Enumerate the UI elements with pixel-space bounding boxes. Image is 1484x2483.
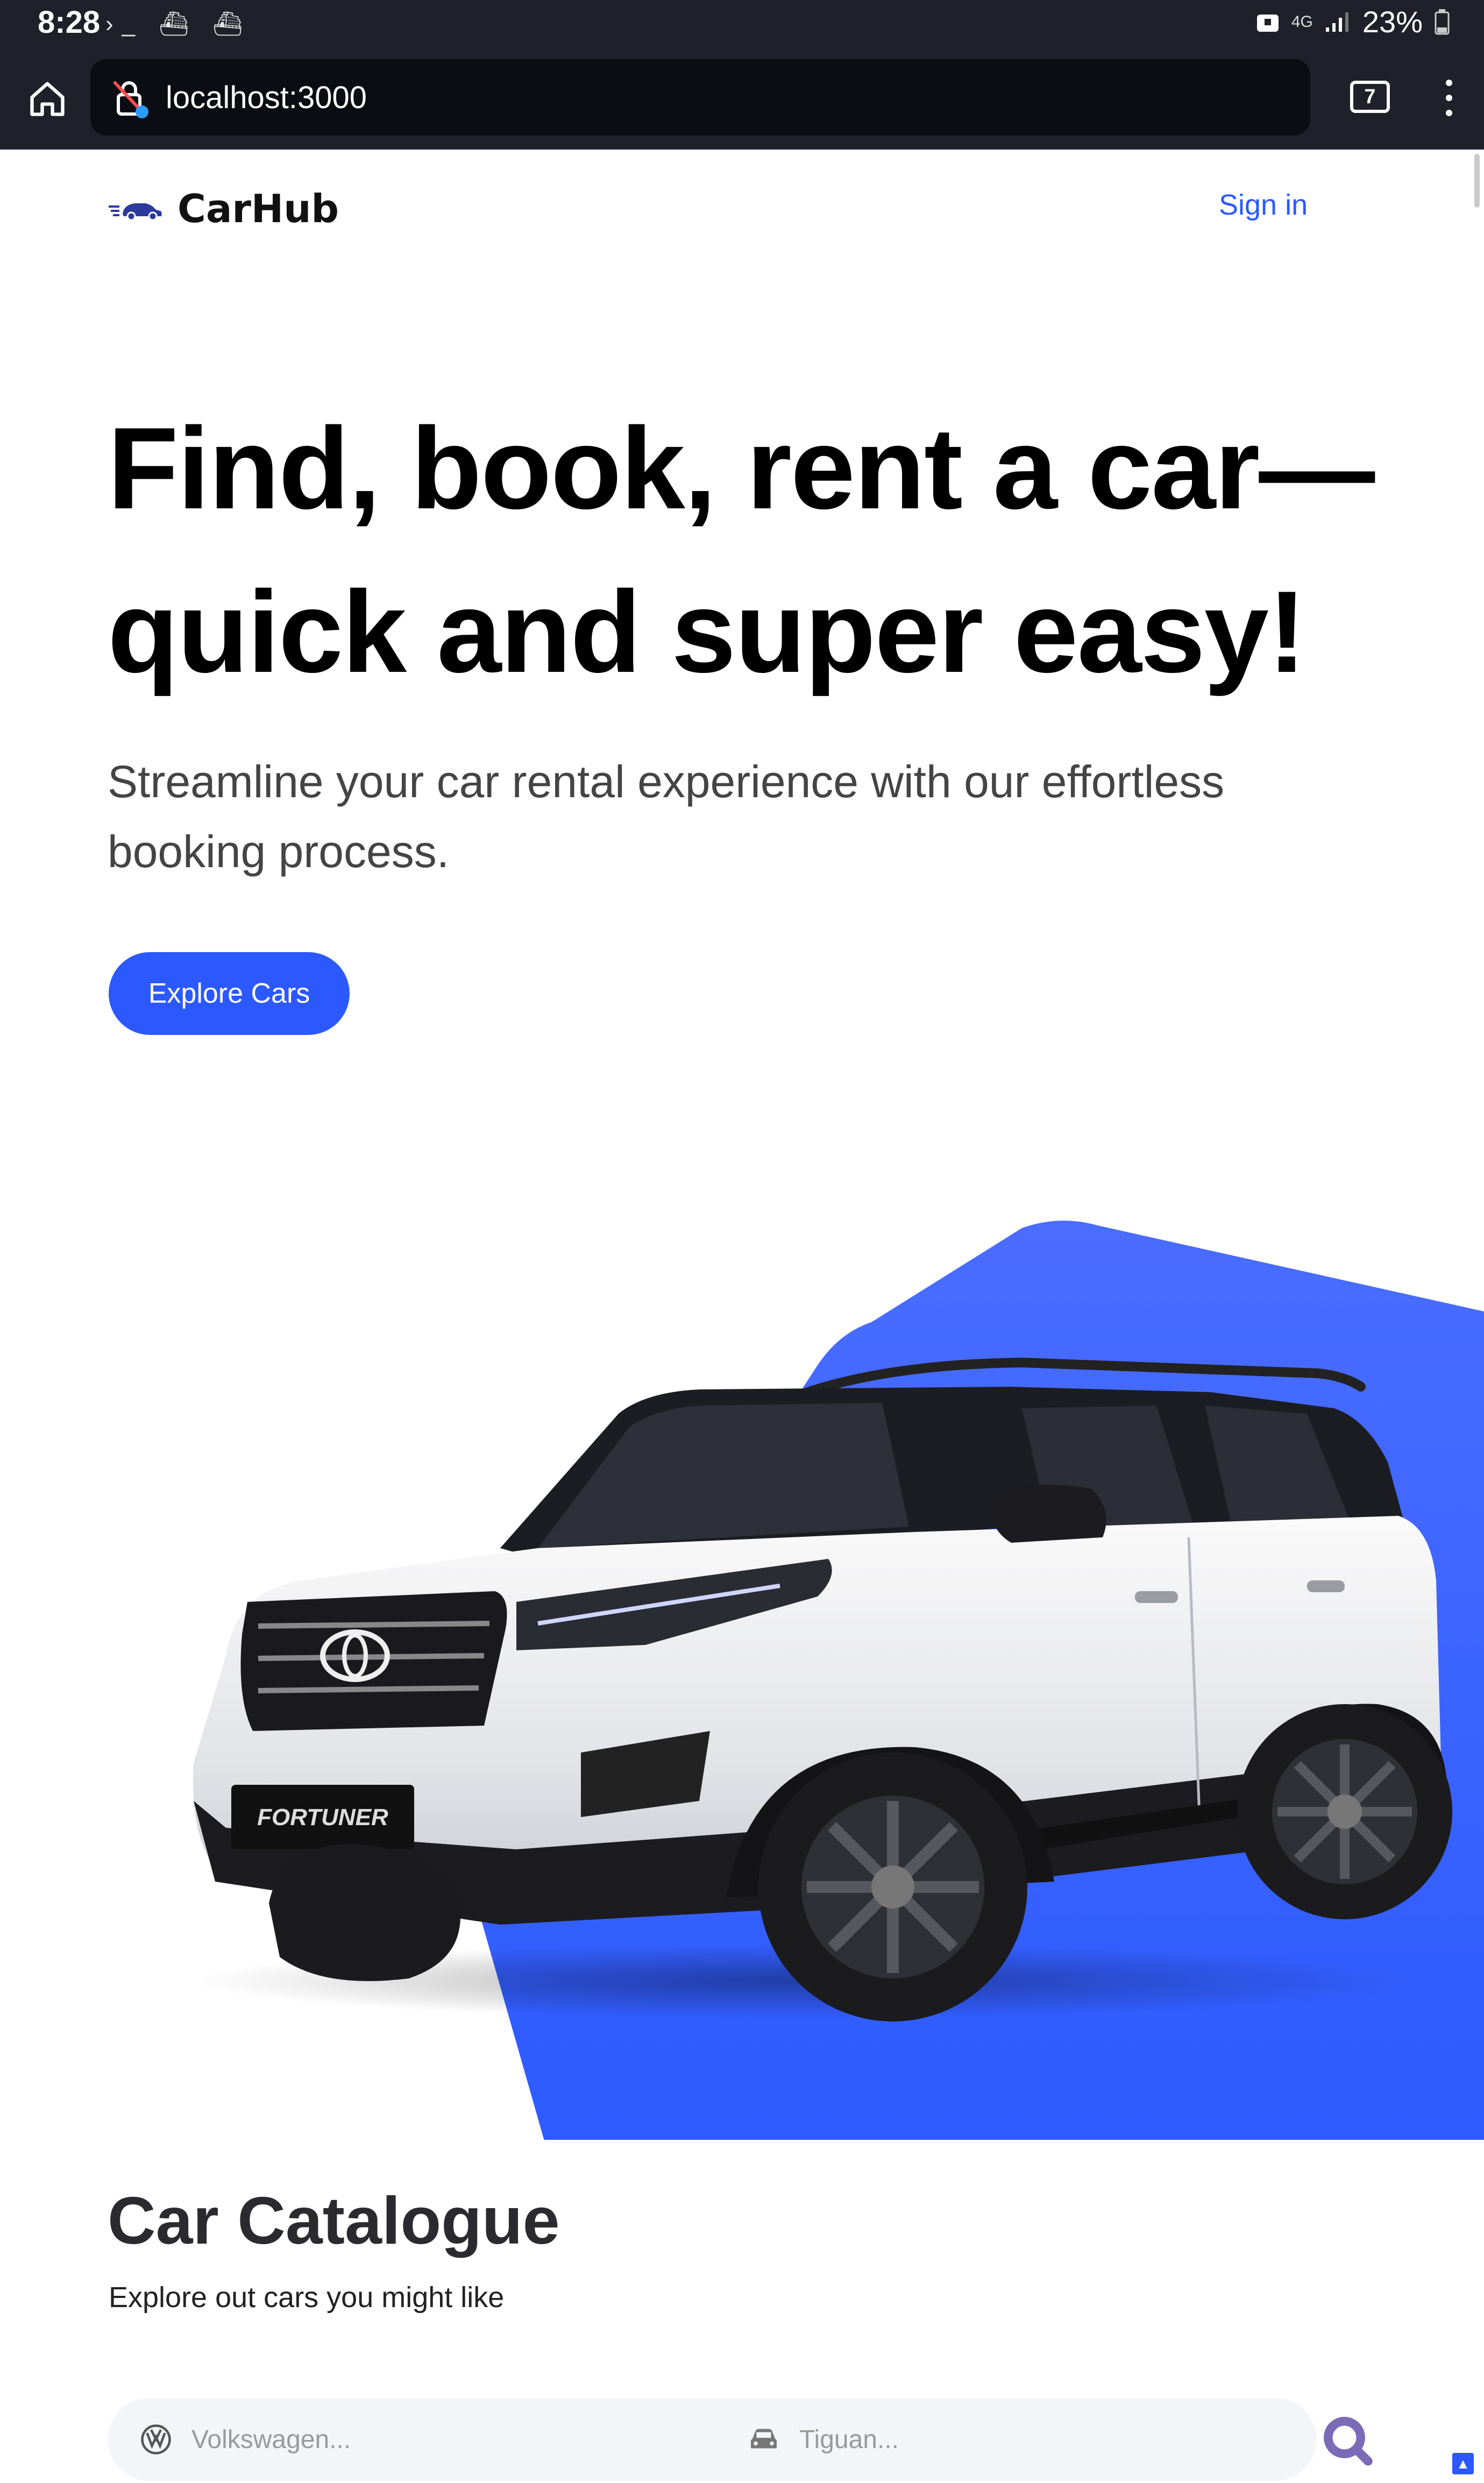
catalogue-title: Car Catalogue [108,2184,560,2258]
volkswagen-logo-icon [141,2424,171,2454]
web-page: CarHub Sign in Find, book, rent a car—qu… [0,150,1484,2483]
browser-menu-button[interactable] [1434,76,1464,119]
hero-title: Find, book, rent a car—quick and super e… [108,403,1375,697]
menu-dot-icon [1446,80,1452,86]
browser-toolbar: localhost:3000 7 [0,47,1484,150]
status-right-group: 4G 23% [1256,4,1450,39]
menu-dot-icon [1446,110,1452,116]
car-logo-icon [109,203,162,221]
magnifying-glass-icon [1324,2417,1373,2466]
hero-subtitle: Streamline your car rental experience wi… [108,756,1225,877]
page-scrollbar[interactable] [1474,154,1480,208]
battery-percent: 23% [1362,5,1423,39]
model-search [748,2398,1176,2481]
search-submit-button[interactable] [1318,2411,1377,2470]
car-model-icon [751,2429,777,2449]
status-time: 8:28 [38,5,101,40]
model-input[interactable] [799,2424,1176,2454]
carhub-logo[interactable]: CarHub [108,186,339,231]
logo-text: CarHub [177,186,339,231]
tab-switcher-button[interactable]: 7 [1350,81,1390,113]
url-text[interactable]: localhost:3000 [166,80,367,116]
screenshot-icon [1256,14,1279,32]
hero-illustration: FORTUNER [193,1221,1484,2140]
home-icon [30,82,65,116]
signal-icon [1325,12,1348,32]
menu-dot-icon [1446,95,1452,101]
explore-cars-button[interactable]: Explore Cars [109,952,350,1035]
catalogue-subtitle: Explore out cars you might like [109,2281,505,2314]
notification-icons: ›_ ⛴ ⛴ [105,11,252,37]
sign-in-button[interactable]: Sign in [1219,188,1308,222]
license-plate-text: FORTUNER [257,1804,388,1831]
insecure-lock-icon[interactable] [110,77,153,120]
manufacturer-search [140,2398,568,2481]
manufacturer-input[interactable] [191,2424,568,2454]
network-type: 4G [1291,12,1313,31]
dev-indicator-icon[interactable]: ▲ [1452,2453,1474,2474]
address-bar[interactable]: localhost:3000 [90,59,1310,136]
status-bar: 8:28 ›_ ⛴ ⛴ 4G 23% [0,0,1484,47]
home-button[interactable] [22,73,73,125]
battery-icon [1435,9,1450,34]
car-search-bar [108,2398,1317,2481]
